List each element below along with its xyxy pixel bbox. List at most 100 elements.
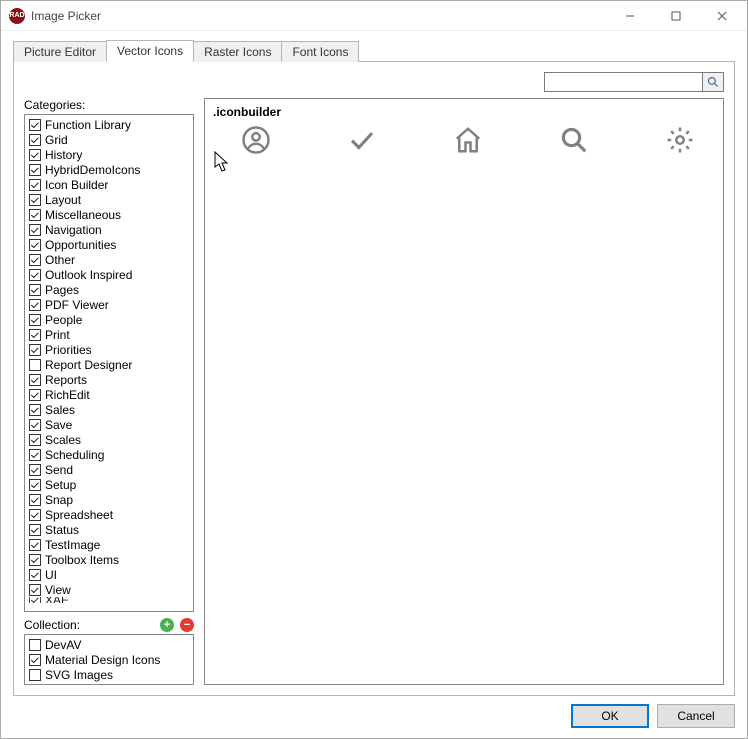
category-item-19[interactable]: Sales (27, 402, 191, 417)
category-item-7-label: Navigation (45, 223, 102, 237)
category-item-11-checkbox[interactable] (29, 284, 41, 296)
category-item-12[interactable]: PDF Viewer (27, 297, 191, 312)
category-item-20[interactable]: Save (27, 417, 191, 432)
collection-item-1[interactable]: Material Design Icons (27, 652, 191, 667)
category-item-22-checkbox[interactable] (29, 449, 41, 461)
category-item-1-checkbox[interactable] (29, 134, 41, 146)
category-item-15[interactable]: Priorities (27, 342, 191, 357)
category-item-22[interactable]: Scheduling (27, 447, 191, 462)
category-item-26-checkbox[interactable] (29, 509, 41, 521)
category-item-25-checkbox[interactable] (29, 494, 41, 506)
category-item-14[interactable]: Print (27, 327, 191, 342)
category-item-24[interactable]: Setup (27, 477, 191, 492)
settings-gear-icon[interactable] (665, 125, 695, 155)
collection-item-1-checkbox[interactable] (29, 654, 41, 666)
ok-button[interactable]: OK (571, 704, 649, 728)
tab-vector-icons[interactable]: Vector Icons (106, 40, 194, 62)
category-item-3[interactable]: HybridDemoIcons (27, 162, 191, 177)
category-item-21-checkbox[interactable] (29, 434, 41, 446)
remove-collection-button[interactable]: − (180, 618, 194, 632)
add-collection-button[interactable]: + (160, 618, 174, 632)
category-item-11[interactable]: Pages (27, 282, 191, 297)
category-item-24-checkbox[interactable] (29, 479, 41, 491)
search-result-icon[interactable] (559, 125, 589, 155)
category-item-2[interactable]: History (27, 147, 191, 162)
category-item-17[interactable]: Reports (27, 372, 191, 387)
categories-list[interactable]: Function LibraryGridHistoryHybridDemoIco… (24, 114, 194, 612)
category-item-5[interactable]: Layout (27, 192, 191, 207)
category-item-23[interactable]: Send (27, 462, 191, 477)
category-item-6-label: Miscellaneous (45, 208, 121, 222)
category-item-8-checkbox[interactable] (29, 239, 41, 251)
category-item-13-checkbox[interactable] (29, 314, 41, 326)
category-item-21[interactable]: Scales (27, 432, 191, 447)
category-item-9-checkbox[interactable] (29, 254, 41, 266)
minimize-button[interactable] (607, 1, 653, 31)
category-item-9[interactable]: Other (27, 252, 191, 267)
category-item-15-checkbox[interactable] (29, 344, 41, 356)
tab-font-icons[interactable]: Font Icons (281, 41, 359, 62)
account-circle-icon[interactable] (241, 125, 271, 155)
category-item-0[interactable]: Function Library (27, 117, 191, 132)
category-item-5-checkbox[interactable] (29, 194, 41, 206)
category-item-29-label: Toolbox Items (45, 553, 119, 567)
category-item-4-checkbox[interactable] (29, 179, 41, 191)
category-item-27[interactable]: Status (27, 522, 191, 537)
category-item-cut-label: XAF (45, 597, 68, 603)
tab-raster-icons[interactable]: Raster Icons (193, 41, 282, 62)
category-item-cut[interactable]: XAF (27, 597, 191, 603)
category-item-cut-checkbox[interactable] (29, 597, 41, 603)
category-item-30-checkbox[interactable] (29, 569, 41, 581)
home-icon[interactable] (453, 125, 483, 155)
category-item-20-checkbox[interactable] (29, 419, 41, 431)
category-item-12-checkbox[interactable] (29, 299, 41, 311)
collection-item-2[interactable]: SVG Images (27, 667, 191, 682)
category-item-13[interactable]: People (27, 312, 191, 327)
category-item-7-checkbox[interactable] (29, 224, 41, 236)
close-button[interactable] (699, 1, 745, 31)
category-item-25[interactable]: Snap (27, 492, 191, 507)
category-item-8[interactable]: Opportunities (27, 237, 191, 252)
category-item-29-checkbox[interactable] (29, 554, 41, 566)
category-item-6[interactable]: Miscellaneous (27, 207, 191, 222)
category-item-3-label: HybridDemoIcons (45, 163, 140, 177)
category-item-27-checkbox[interactable] (29, 524, 41, 536)
check-icon[interactable] (347, 125, 377, 155)
category-item-19-checkbox[interactable] (29, 404, 41, 416)
collection-list[interactable]: DevAVMaterial Design IconsSVG Images (24, 634, 194, 685)
category-item-10-checkbox[interactable] (29, 269, 41, 281)
cancel-button[interactable]: Cancel (657, 704, 735, 728)
category-item-14-checkbox[interactable] (29, 329, 41, 341)
category-item-16-checkbox[interactable] (29, 359, 41, 371)
results-panel[interactable]: .iconbuilder (204, 98, 724, 685)
category-item-16[interactable]: Report Designer (27, 357, 191, 372)
category-item-6-checkbox[interactable] (29, 209, 41, 221)
maximize-button[interactable] (653, 1, 699, 31)
search-input[interactable] (544, 72, 702, 92)
category-item-26[interactable]: Spreadsheet (27, 507, 191, 522)
category-item-18-checkbox[interactable] (29, 389, 41, 401)
category-item-7[interactable]: Navigation (27, 222, 191, 237)
category-item-30-label: UI (45, 568, 57, 582)
category-item-18[interactable]: RichEdit (27, 387, 191, 402)
category-item-17-checkbox[interactable] (29, 374, 41, 386)
category-item-3-checkbox[interactable] (29, 164, 41, 176)
tab-page-vector-icons: Categories: Function LibraryGridHistoryH… (13, 61, 735, 696)
category-item-0-checkbox[interactable] (29, 119, 41, 131)
category-item-31[interactable]: View (27, 582, 191, 597)
category-item-1[interactable]: Grid (27, 132, 191, 147)
category-item-31-checkbox[interactable] (29, 584, 41, 596)
collection-item-2-checkbox[interactable] (29, 669, 41, 681)
tab-picture-editor[interactable]: Picture Editor (13, 41, 107, 62)
category-item-29[interactable]: Toolbox Items (27, 552, 191, 567)
category-item-28-checkbox[interactable] (29, 539, 41, 551)
category-item-10[interactable]: Outlook Inspired (27, 267, 191, 282)
category-item-4[interactable]: Icon Builder (27, 177, 191, 192)
category-item-28[interactable]: TestImage (27, 537, 191, 552)
category-item-23-checkbox[interactable] (29, 464, 41, 476)
collection-item-0[interactable]: DevAV (27, 637, 191, 652)
search-button[interactable] (702, 72, 724, 92)
category-item-30[interactable]: UI (27, 567, 191, 582)
category-item-2-checkbox[interactable] (29, 149, 41, 161)
collection-item-0-checkbox[interactable] (29, 639, 41, 651)
